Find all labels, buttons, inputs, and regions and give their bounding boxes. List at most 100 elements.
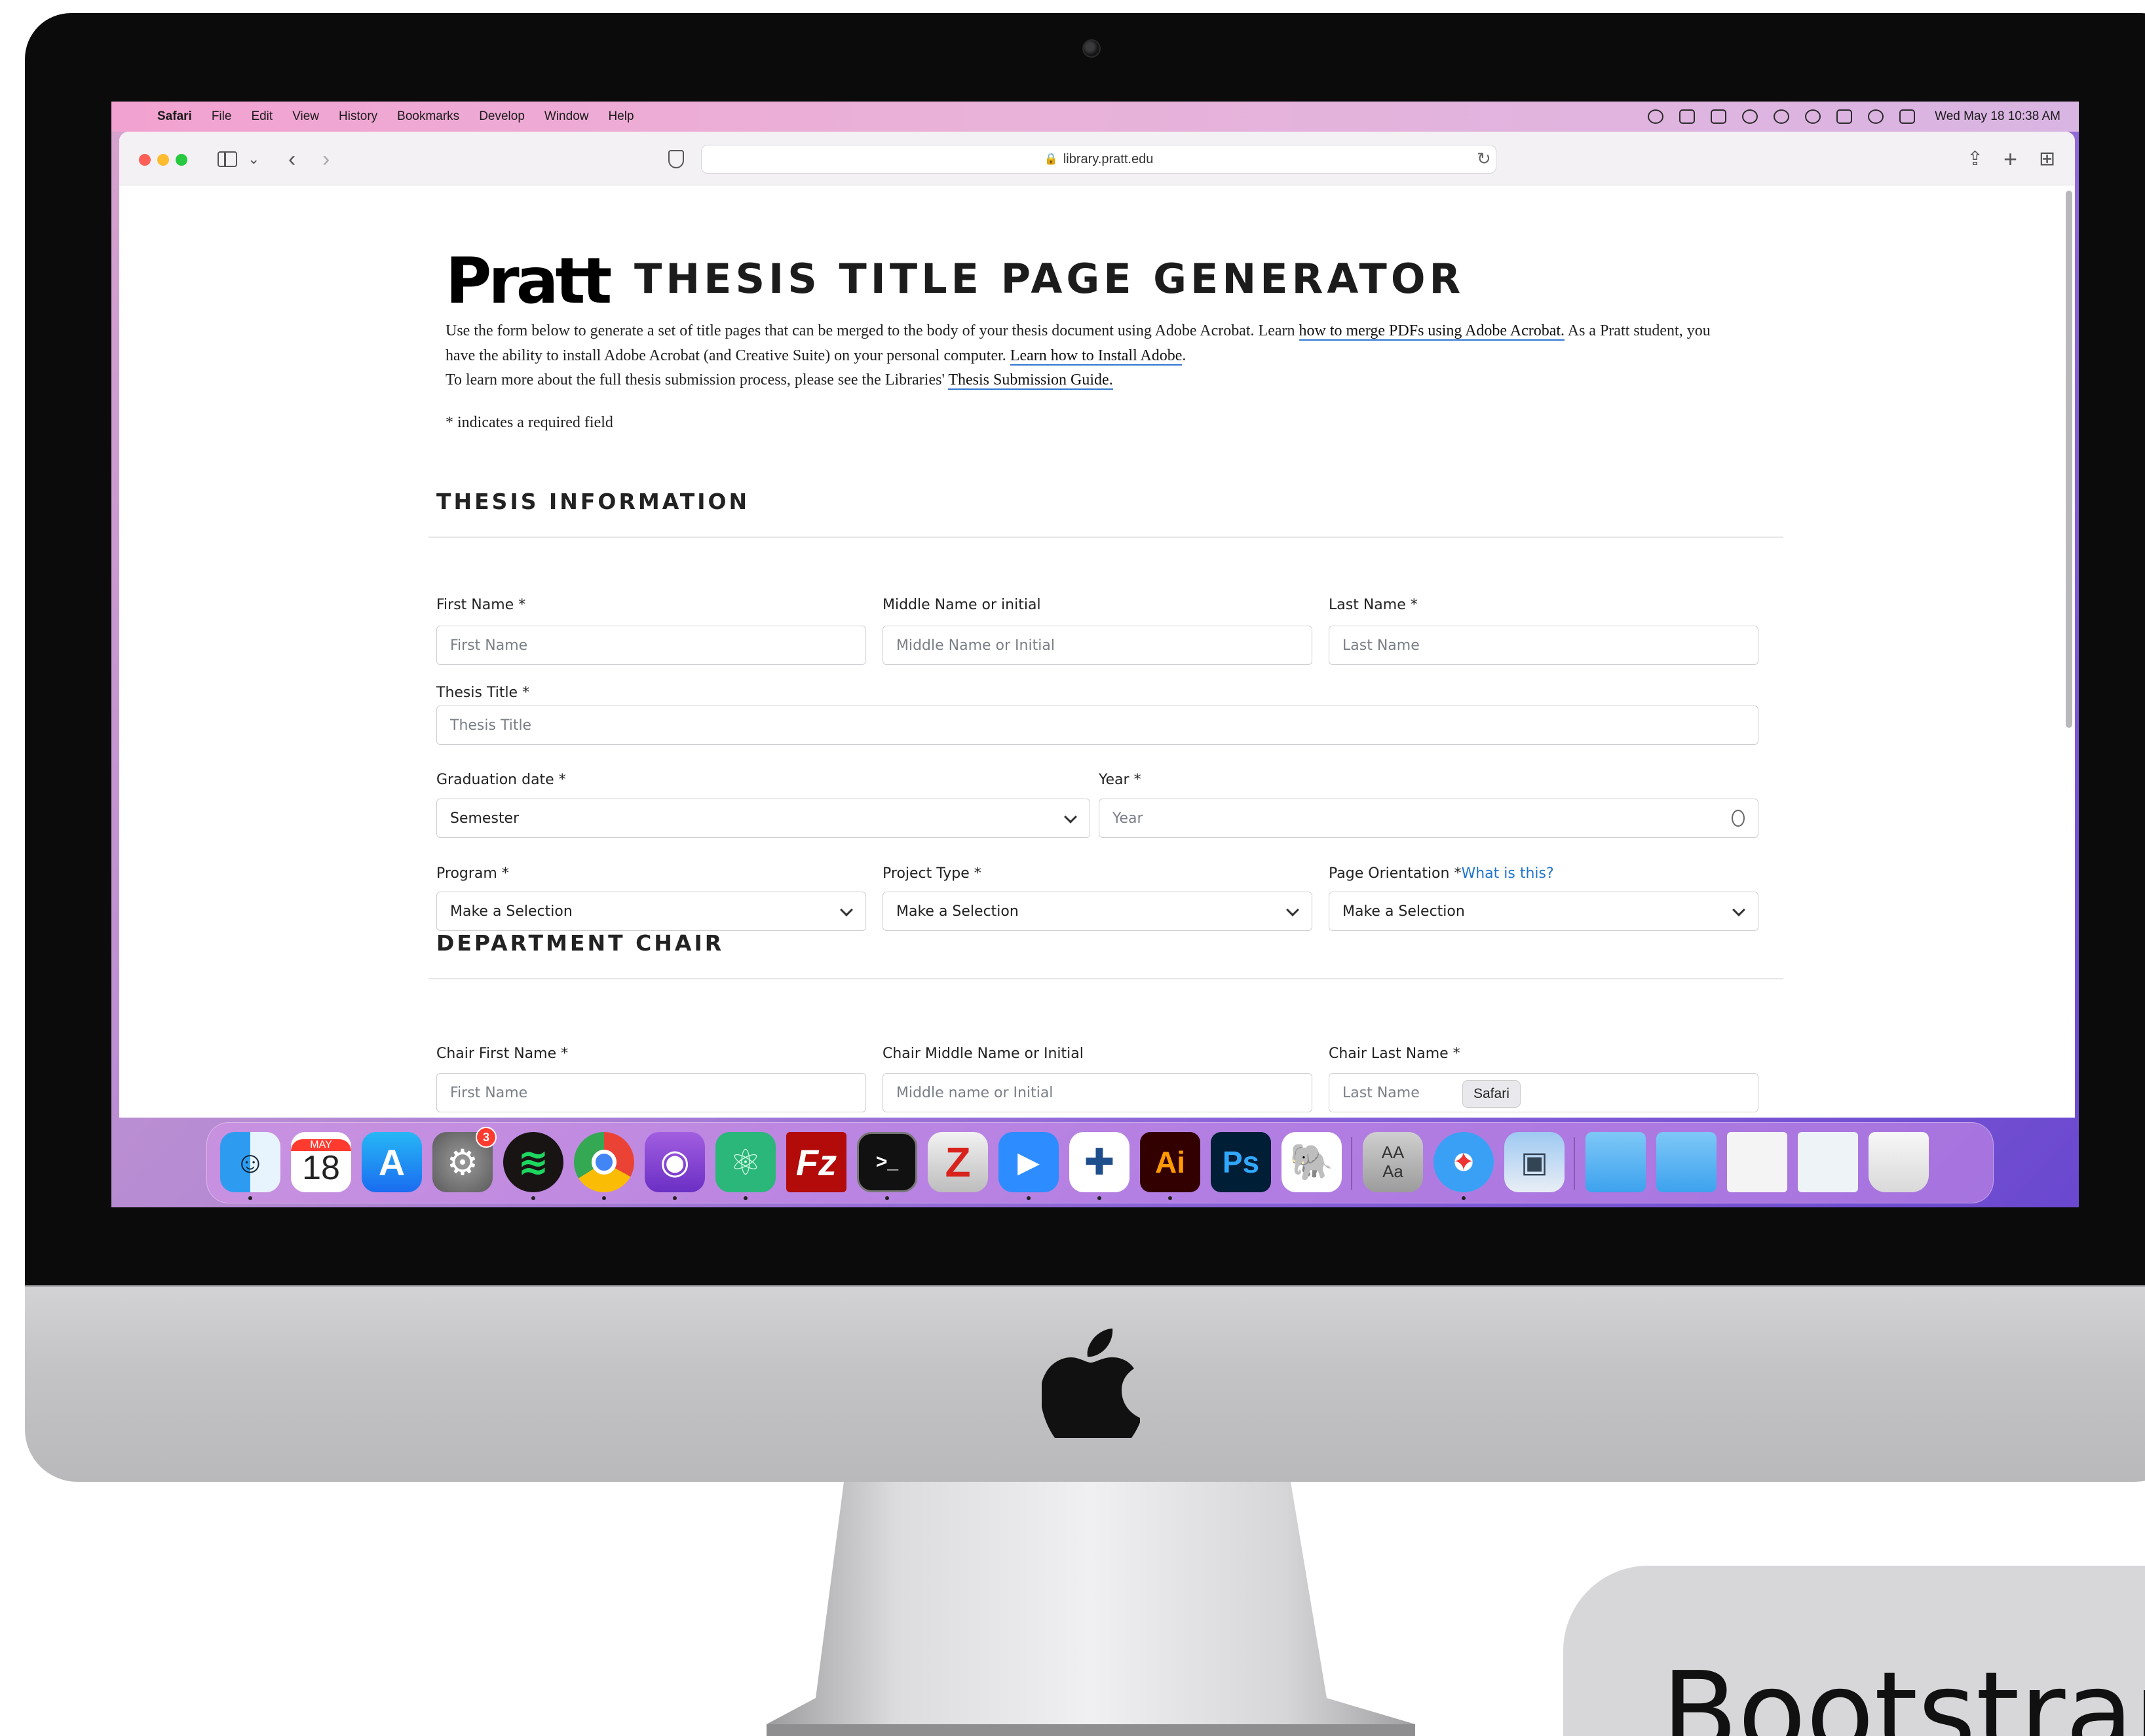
page-orientation-label-text: Page Orientation * (1329, 865, 1462, 882)
chrome-icon[interactable] (574, 1132, 634, 1192)
user-icon[interactable] (1805, 109, 1821, 124)
calendar-day: 18 (302, 1149, 340, 1187)
running-indicator (744, 1196, 748, 1200)
intro-text-3: . (1182, 347, 1186, 364)
address-bar[interactable]: 🔒 library.pratt.edu (701, 145, 1496, 174)
github-desktop-icon[interactable]: ◉ (645, 1132, 705, 1192)
spotlight-search-icon[interactable] (1868, 109, 1884, 124)
downloads-stack-icon[interactable] (1727, 1132, 1787, 1192)
screenshot-stack-icon[interactable] (1798, 1132, 1858, 1192)
app-store-icon[interactable]: A (362, 1132, 422, 1192)
photoshop-icon[interactable]: Ps (1211, 1132, 1271, 1192)
dock-tooltip: Safari (1462, 1080, 1521, 1108)
menu-bar: Safari File Edit View History Bookmarks … (111, 102, 2079, 132)
screen: Safari File Edit View History Bookmarks … (111, 102, 2079, 1207)
menu-view[interactable]: View (292, 109, 319, 124)
zoom-window-button[interactable] (176, 154, 187, 166)
eject-icon[interactable] (1836, 109, 1853, 124)
screen-record-icon[interactable] (1711, 109, 1727, 124)
menu-develop[interactable]: Develop (479, 109, 525, 124)
chevron-down-icon[interactable]: ⌄ (248, 143, 259, 175)
merge-pdfs-link[interactable]: how to merge PDFs using Adobe Acrobat. (1299, 322, 1565, 341)
illustrator-icon[interactable]: Ai (1140, 1132, 1200, 1192)
chair-middle-name-input[interactable] (883, 1073, 1312, 1112)
menu-app-name[interactable]: Safari (157, 109, 192, 124)
tab-overview-icon[interactable]: ⊞ (2039, 143, 2055, 175)
reload-icon[interactable]: ↻ (1477, 149, 1491, 169)
first-name-input[interactable] (436, 626, 866, 665)
middle-name-input[interactable] (883, 626, 1312, 665)
section-divider (428, 537, 1783, 538)
page-orientation-label: Page Orientation *What is this? (1329, 867, 1554, 881)
filezilla-icon[interactable]: Fz (786, 1132, 846, 1192)
sidebar-toggle-icon[interactable] (218, 151, 237, 167)
chair-first-name-input[interactable] (436, 1073, 866, 1112)
section-divider (428, 978, 1783, 979)
last-name-input[interactable] (1329, 626, 1758, 665)
page-orientation-select[interactable]: Make a Selection (1329, 892, 1758, 931)
system-preferences-icon[interactable]: ⚙ 3 (432, 1127, 497, 1192)
chair-last-name-input[interactable] (1329, 1073, 1758, 1112)
required-note: * indicates a required field (446, 414, 613, 431)
close-window-button[interactable] (139, 154, 151, 166)
minimize-window-button[interactable] (157, 154, 169, 166)
page-scrollbar[interactable] (2066, 191, 2072, 728)
new-tab-icon[interactable]: + (2003, 143, 2017, 175)
share-icon[interactable]: ⇪ (1967, 143, 1983, 175)
running-indicator (248, 1196, 252, 1200)
back-icon[interactable]: ‹ (288, 143, 295, 175)
menu-history[interactable]: History (339, 109, 377, 124)
install-adobe-link[interactable]: Learn how to Install Adobe (1010, 347, 1183, 366)
terminal-icon[interactable]: >_ (857, 1132, 917, 1192)
safari-icon[interactable]: ✦ (1433, 1132, 1494, 1192)
semester-select[interactable]: Semester (436, 799, 1090, 838)
dock-separator (1351, 1137, 1352, 1190)
project-type-select[interactable]: Make a Selection (883, 892, 1312, 931)
graduation-date-label: Graduation date * (436, 772, 566, 788)
qr-icon[interactable] (1679, 109, 1696, 124)
program-select[interactable]: Make a Selection (436, 892, 866, 931)
lock-icon: 🔒 (1044, 153, 1058, 165)
running-indicator (602, 1196, 606, 1200)
play-icon[interactable] (1742, 109, 1758, 124)
thesis-guide-link[interactable]: Thesis Submission Guide. (948, 371, 1113, 390)
menu-help[interactable]: Help (608, 109, 634, 124)
thesis-title-input[interactable] (436, 706, 1758, 745)
creative-cloud-icon[interactable] (1648, 109, 1664, 124)
pratt-logo[interactable]: Pratt (446, 250, 612, 312)
preview-icon[interactable]: ▣ (1504, 1132, 1565, 1192)
control-center-icon[interactable] (1899, 109, 1916, 124)
menu-bookmarks[interactable]: Bookmarks (397, 109, 459, 124)
menu-clock[interactable]: Wed May 18 10:38 AM (1935, 109, 2060, 124)
thesis-information-heading: THESIS INFORMATION (436, 489, 750, 514)
trash-icon[interactable] (1869, 1132, 1929, 1192)
running-indicator (1097, 1196, 1101, 1200)
year-input[interactable]: Year (1099, 799, 1758, 838)
privacy-shield-icon[interactable] (668, 150, 684, 168)
chevron-down-icon (1064, 810, 1077, 823)
stepper-icon[interactable] (1732, 810, 1745, 827)
intro-text: Use the form below to generate a set of … (446, 322, 1299, 339)
zotero-icon[interactable]: Z (928, 1132, 988, 1192)
web-page: Pratt THESIS TITLE PAGE GENERATOR Use th… (119, 185, 2075, 1118)
chair-last-name-label: Chair Last Name * (1329, 1046, 1460, 1062)
bootstrap-overlay-card: Bootstrap (1563, 1566, 2145, 1736)
folder-icon[interactable] (1585, 1132, 1646, 1192)
wifi-off-icon[interactable] (1774, 109, 1790, 124)
menu-file[interactable]: File (212, 109, 232, 124)
tableau-icon[interactable]: ✚ (1069, 1132, 1129, 1192)
menu-window[interactable]: Window (544, 109, 589, 124)
thesis-title-label: Thesis Title * (436, 685, 530, 701)
forward-icon[interactable]: › (322, 143, 330, 175)
url-text: library.pratt.edu (1063, 151, 1154, 166)
postgres-icon[interactable]: 🐘 (1281, 1132, 1342, 1192)
calendar-icon[interactable]: MAY 18 (291, 1132, 351, 1192)
what-is-this-link[interactable]: What is this? (1461, 865, 1553, 882)
finder-icon[interactable]: ☺ (220, 1132, 280, 1192)
zoom-icon[interactable]: ▶ (998, 1132, 1059, 1192)
menu-edit[interactable]: Edit (251, 109, 273, 124)
folder-icon[interactable] (1656, 1132, 1717, 1192)
spotify-icon[interactable]: ≋ (503, 1132, 563, 1192)
font-book-icon[interactable]: AA Aa (1363, 1132, 1423, 1192)
atom-icon[interactable]: ⚛ (715, 1132, 776, 1192)
